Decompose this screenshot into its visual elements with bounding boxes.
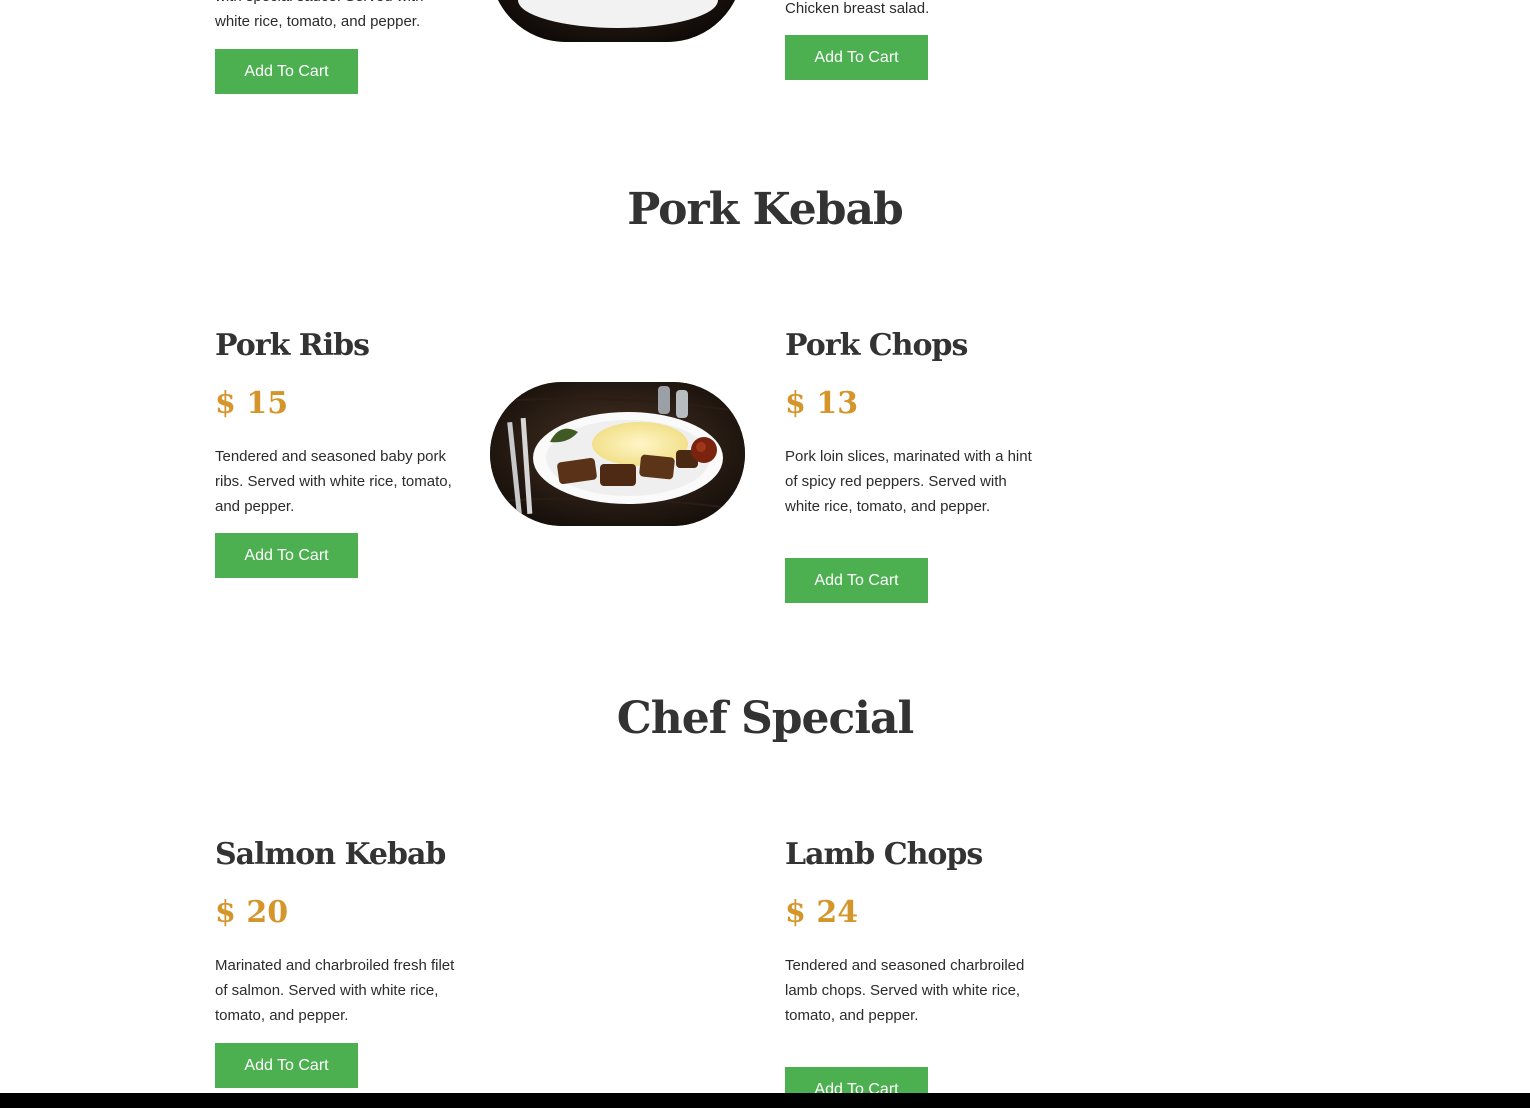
item-price: $ 24 — [785, 895, 859, 930]
add-to-cart-button[interactable]: Add To Cart — [215, 49, 358, 94]
item-description: Chicken breast salad. — [785, 0, 930, 17]
pork-ribs-image — [490, 382, 745, 526]
item-price: $ 20 — [215, 895, 289, 930]
plate-image — [490, 0, 743, 42]
item-description: Marinated and charbroiled fresh filet of… — [215, 957, 455, 1024]
item-description: Pork loin slices, marinated with a hint … — [785, 448, 1032, 515]
menu-page: with special sauce. Served with white ri… — [0, 0, 1530, 1108]
section-title: Pork Kebab — [627, 184, 904, 235]
item-price: $ 13 — [785, 386, 859, 421]
item-description: with special sauce. Served with white ri… — [215, 0, 423, 30]
item-description: Tendered and seasoned baby pork ribs. Se… — [215, 448, 452, 515]
section-title: Chef Special — [616, 693, 915, 744]
item-title: Lamb Chops — [785, 837, 983, 872]
item-price: $ 15 — [215, 386, 289, 421]
add-to-cart-button[interactable]: Add To Cart — [215, 533, 358, 578]
add-to-cart-button[interactable]: Add To Cart — [785, 558, 928, 603]
item-description: Tendered and seasoned charbroiled lamb c… — [785, 957, 1025, 1024]
add-to-cart-button[interactable]: Add To Cart — [785, 35, 928, 80]
item-title: Pork Chops — [785, 328, 968, 363]
add-to-cart-button[interactable]: Add To Cart — [215, 1043, 358, 1088]
item-title: Salmon Kebab — [215, 837, 446, 872]
bottom-bar — [0, 1093, 1530, 1108]
plate-image — [490, 382, 745, 526]
food-image — [490, 0, 743, 42]
item-title: Pork Ribs — [215, 328, 370, 363]
